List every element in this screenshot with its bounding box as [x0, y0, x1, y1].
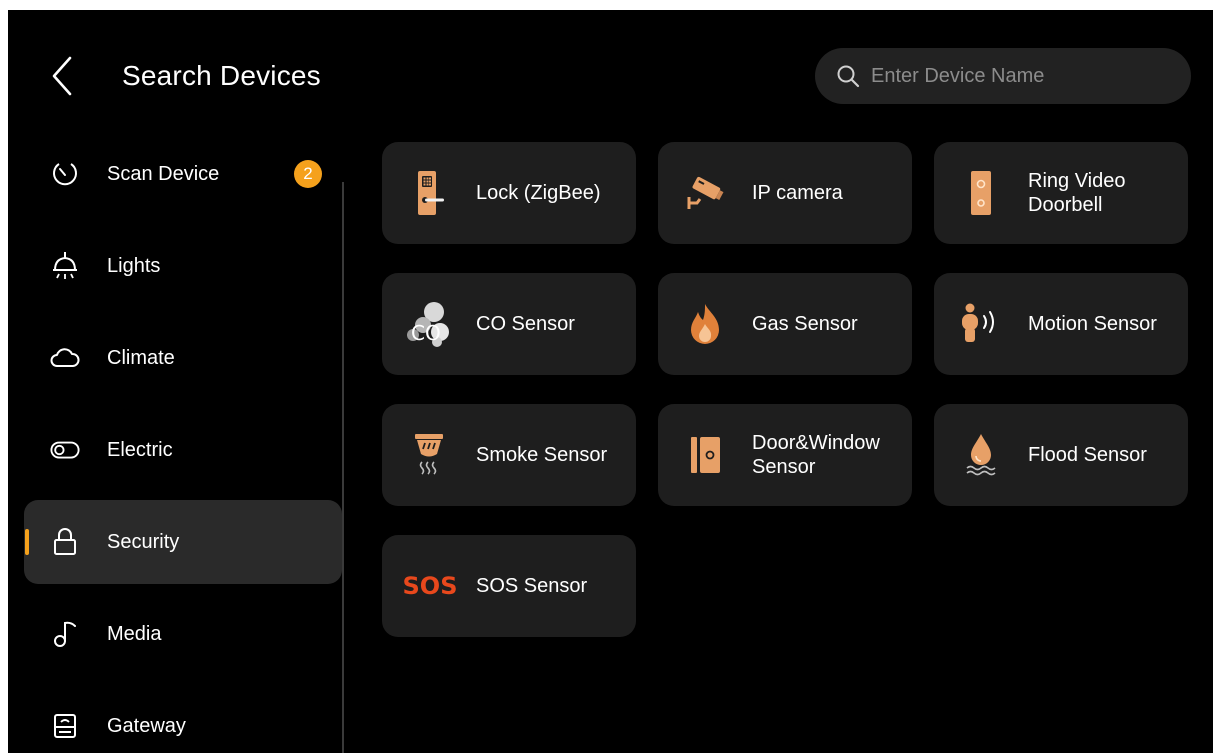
search-box[interactable]: [815, 48, 1191, 104]
device-card-label: Ring Video Doorbell: [1028, 170, 1126, 216]
sidebar-item-electric[interactable]: Electric: [24, 408, 342, 492]
device-card-label: SOS Sensor: [476, 575, 588, 597]
door-lock-icon: [404, 168, 454, 218]
search-input[interactable]: [869, 63, 1173, 89]
co-sensor-icon: CO: [404, 299, 454, 349]
device-card-label: Door&Window Sensor: [752, 432, 880, 478]
sidebar-item-media[interactable]: Media: [24, 592, 342, 676]
page-title: Search Devices: [122, 60, 321, 91]
device-card-label: Flood Sensor: [1028, 444, 1147, 466]
ceiling-light-icon: [50, 251, 80, 281]
sidebar-item-label: Climate: [107, 346, 175, 369]
gas-flame-icon: [680, 299, 730, 349]
app-screen: Search Devices Scan Device 2: [8, 10, 1213, 753]
gateway-icon: [50, 711, 80, 741]
flood-sensor-icon: [956, 430, 1006, 480]
smoke-sensor-icon: [404, 430, 454, 480]
sidebar-item-label: Electric: [107, 438, 173, 461]
device-card-gas-sensor[interactable]: Gas Sensor: [658, 273, 912, 375]
device-card-label: IP camera: [752, 182, 843, 204]
device-card-label: CO Sensor: [476, 313, 575, 335]
ip-camera-icon: [680, 168, 730, 218]
sidebar-item-lights[interactable]: Lights: [24, 224, 342, 308]
search-icon: [835, 63, 861, 89]
sidebar-item-scan-device[interactable]: Scan Device 2: [24, 132, 342, 216]
sidebar-item-label: Lights: [107, 254, 161, 277]
sidebar-item-label: Gateway: [107, 714, 186, 737]
sidebar-item-gateway[interactable]: Gateway: [24, 684, 342, 753]
music-note-icon: [50, 619, 80, 649]
device-card-motion-sensor[interactable]: Motion Sensor: [934, 273, 1188, 375]
scan-icon: [50, 159, 80, 189]
device-card-label: Lock (ZigBee): [476, 182, 601, 204]
device-card-co-sensor[interactable]: CO CO Sensor: [382, 273, 636, 375]
sidebar-divider: [342, 182, 344, 753]
device-grid: Lock (ZigBee) IP camera Ring Video Doorb…: [382, 142, 1188, 642]
device-card-lock[interactable]: Lock (ZigBee): [382, 142, 636, 244]
sidebar-item-label: Scan Device: [107, 162, 220, 185]
device-card-smoke-sensor[interactable]: Smoke Sensor: [382, 404, 636, 506]
cloud-icon: [50, 343, 80, 373]
motion-sensor-icon: [956, 299, 1006, 349]
video-doorbell-icon: [956, 168, 1006, 218]
sidebar-item-security[interactable]: Security: [24, 500, 342, 584]
active-indicator: [25, 529, 29, 555]
sidebar-item-label: Security: [107, 530, 180, 553]
sidebar-item-label: Media: [107, 622, 162, 645]
svg-text:CO: CO: [411, 321, 441, 345]
device-card-label: Gas Sensor: [752, 313, 858, 335]
device-card-label: Motion Sensor: [1028, 313, 1157, 335]
device-card-ip-camera[interactable]: IP camera: [658, 142, 912, 244]
device-card-flood-sensor[interactable]: Flood Sensor: [934, 404, 1188, 506]
lock-icon: [50, 527, 80, 557]
category-sidebar: Scan Device 2 Lights Climate Electric Se…: [24, 128, 342, 753]
back-button[interactable]: [42, 54, 82, 98]
chevron-left-icon: [52, 56, 72, 96]
sos-icon: SOS: [402, 572, 458, 600]
toggle-switch-icon: [50, 435, 80, 465]
scan-count-badge: 2: [294, 160, 322, 188]
door-window-sensor-icon: [680, 430, 730, 480]
sidebar-item-climate[interactable]: Climate: [24, 316, 342, 400]
device-card-label: Smoke Sensor: [476, 444, 608, 466]
device-card-video-doorbell[interactable]: Ring Video Doorbell: [934, 142, 1188, 244]
device-card-door-window-sensor[interactable]: Door&Window Sensor: [658, 404, 912, 506]
device-card-sos-sensor[interactable]: SOS SOS Sensor: [382, 535, 636, 637]
